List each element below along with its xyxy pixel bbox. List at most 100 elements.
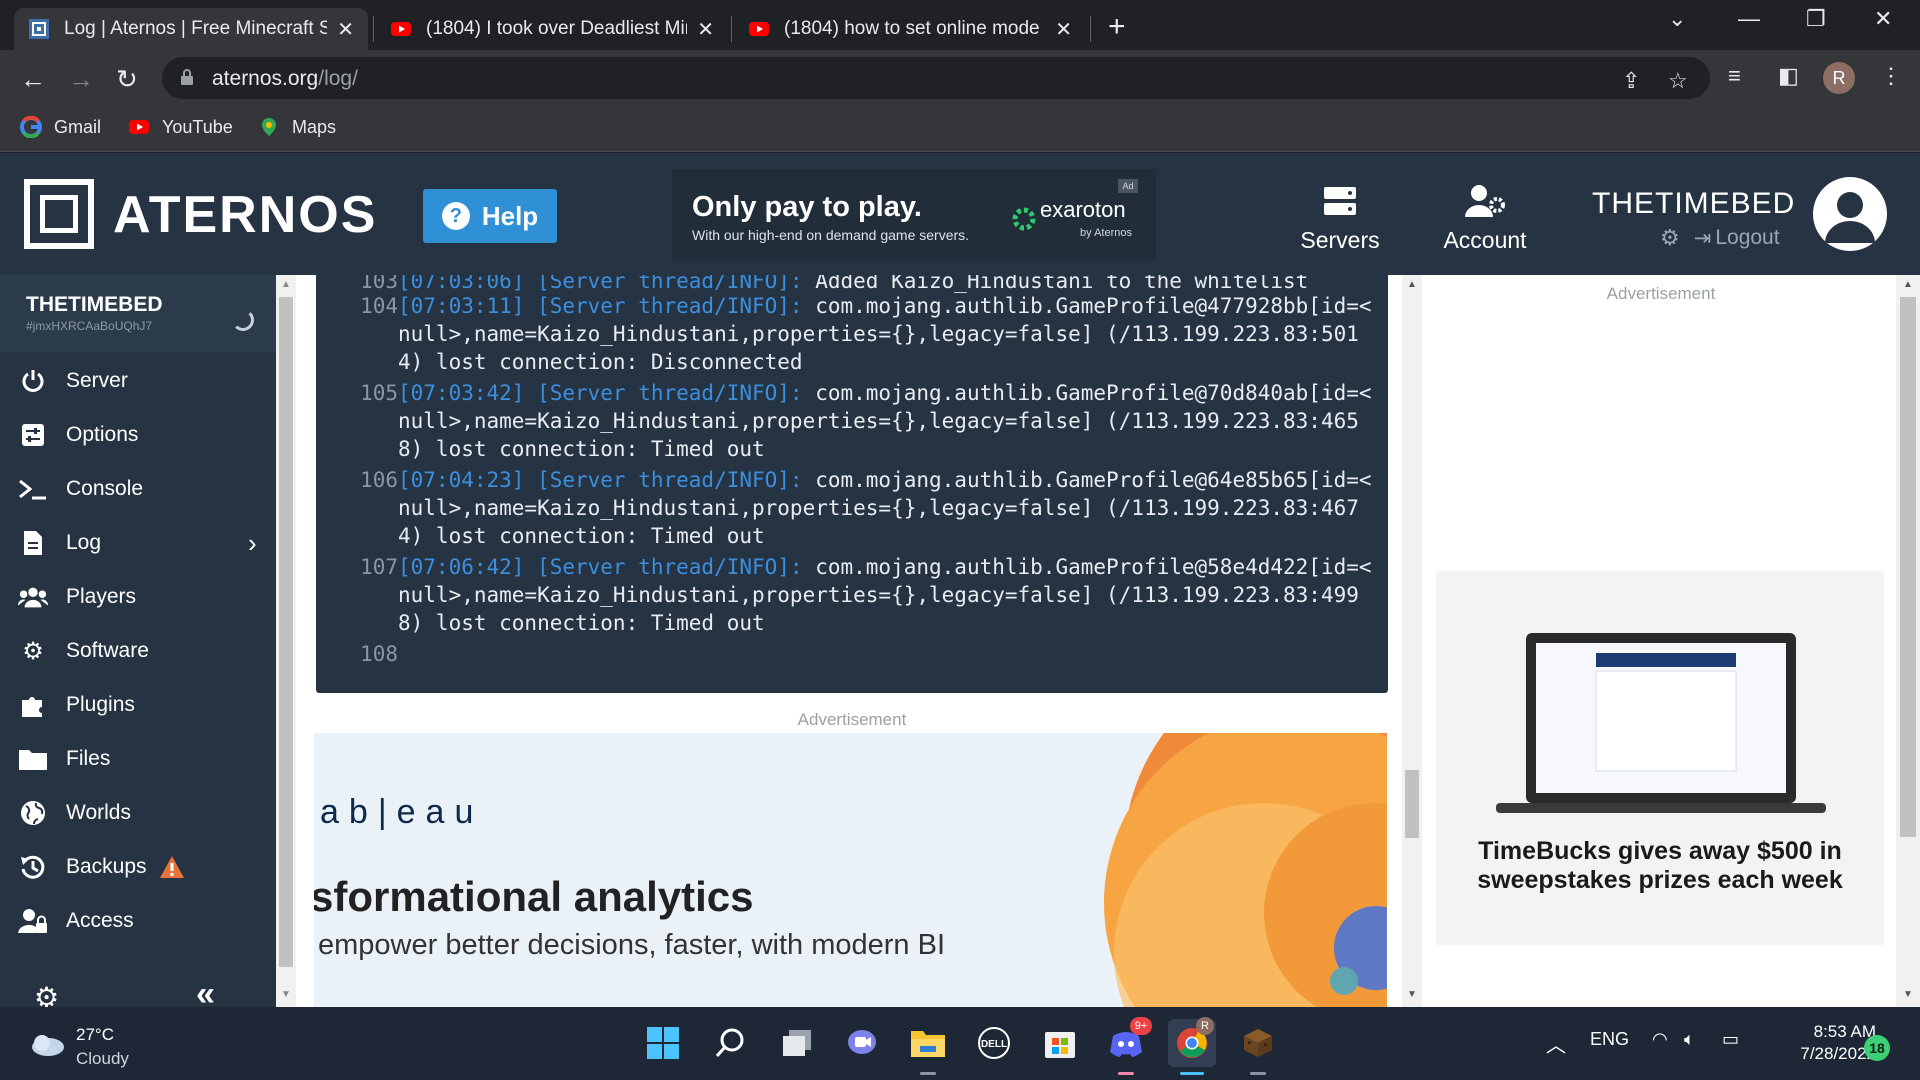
sidebar-item-plugins[interactable]: Plugins [0,678,276,732]
minecraft-button[interactable] [1236,1021,1280,1075]
logo-text[interactable]: ATERNOS [113,185,377,245]
sidebar-scrollbar[interactable]: ▲ ▼ [276,275,296,1007]
forward-button[interactable]: → [68,64,94,95]
bottom-ad-banner[interactable]: ab|eau sformational analytics empower be… [314,733,1387,1007]
file-explorer-button[interactable] [906,1021,950,1075]
new-tab-button[interactable]: + [1108,10,1126,44]
sidebar-item-label: Plugins [66,693,135,716]
ad-graphic [1104,733,1387,1007]
help-button[interactable]: ? Help [423,189,557,243]
sidebar-item-access[interactable]: Access [0,894,276,948]
ad-subline: With our high-end on demand game servers… [692,227,970,243]
nav-account[interactable]: Account [1430,181,1540,254]
sidebar-item-backups[interactable]: Backups [0,840,276,894]
search-button[interactable] [708,1021,752,1065]
share-icon[interactable]: ⇪ [1622,68,1640,94]
close-tab-icon[interactable]: ✕ [697,17,714,42]
tab-youtube-online-mode[interactable]: (1804) how to set online mode in ✕ [734,8,1086,50]
page-scrollbar[interactable]: ▲ ▼ [1896,275,1920,1007]
ad-headline: sformational analytics [314,873,754,920]
discord-button[interactable]: 9+ [1104,1017,1152,1075]
line-number: 106 [360,468,398,492]
youtube-icon [129,120,149,134]
close-tab-icon[interactable]: ✕ [1055,17,1072,42]
tray-overflow-icon[interactable]: ︿ [1546,1029,1566,1058]
log-viewer[interactable]: 103 [07:03:06] [Server thread/INFO]: Add… [316,275,1388,693]
start-button[interactable] [641,1021,685,1065]
profile-avatar[interactable]: R [1823,62,1855,94]
sidebar-item-label: Software [66,639,149,662]
aternos-logo-icon[interactable] [24,179,94,249]
reload-button[interactable]: ↻ [116,64,138,95]
active-indicator [1180,1072,1204,1075]
battery-icon[interactable]: ▭ [1722,1029,1739,1050]
nav-label: Account [1443,227,1527,253]
close-window-button[interactable]: ✕ [1874,6,1892,32]
user-avatar[interactable] [1813,177,1887,251]
main-scrollbar[interactable]: ▲ ▼ [1402,275,1422,1007]
address-bar[interactable]: aternos.org/log/ ⇪ ☆ [162,57,1710,99]
sidebar-item-files[interactable]: Files [0,732,276,786]
aternos-header: ATERNOS ? Help Only pay to play. With ou… [0,153,1920,275]
right-ad-banner[interactable]: TimeBucks gives away $500 in sweepstakes… [1436,571,1884,945]
url-host: aternos.org [212,67,319,90]
sidebar-item-label: Server [66,369,128,392]
teams-chat-button[interactable] [840,1021,884,1065]
volume-icon[interactable]: 🔈︎ [1684,1029,1695,1050]
log-message: Added Kaizo_Hindustani to the whitelist [802,275,1309,293]
bookmark-maps[interactable]: Maps [258,116,336,138]
back-button[interactable]: ← [20,64,46,95]
tab-search-icon[interactable]: ⌄ [1668,6,1686,32]
media-control-icon[interactable]: ≡ [1728,63,1741,89]
file-icon [18,528,48,558]
dell-app-button[interactable]: DELL [972,1021,1016,1065]
notification-badge[interactable]: 18 [1864,1035,1890,1061]
bookmark-gmail[interactable]: Gmail [20,116,101,138]
sidebar-item-software[interactable]: ⚙ Software [0,624,276,678]
close-tab-icon[interactable]: ✕ [337,17,354,42]
store-icon [1045,1032,1075,1058]
restore-button[interactable]: ❐ [1806,6,1826,32]
bookmark-youtube[interactable]: YouTube [128,116,233,138]
line-number: 107 [360,555,398,579]
page-scroll-thumb[interactable] [1900,297,1916,837]
server-selector[interactable]: THETIMEBED #jmxHXRCAaBoUQhJ7 [0,275,276,353]
chrome-button[interactable]: R [1168,1017,1216,1075]
ad-label: Advertisement [1606,284,1716,303]
sidebar-item-label: Backups [66,855,147,878]
system-clock[interactable]: 8:53 AM 7/28/2022 [1768,1021,1876,1065]
sidebar-item-options[interactable]: Options [0,408,276,462]
globe-icon [18,798,48,828]
minimize-button[interactable]: — [1738,6,1760,32]
folder-icon [911,1031,945,1057]
sidebar-scroll-thumb[interactable] [279,297,293,967]
tab-youtube-deadliest[interactable]: (1804) I took over Deadliest Mine ✕ [376,8,728,50]
menu-icon[interactable]: ⋮ [1880,63,1902,89]
url-text: aternos.org/log/ [212,67,358,91]
sidebar-item-log[interactable]: Log › [0,516,276,570]
logout-link[interactable]: Logout [1715,226,1779,250]
nav-servers[interactable]: Servers [1285,181,1395,254]
sidebar-item-label: Access [66,909,134,932]
side-panel-icon[interactable]: ◧ [1778,63,1799,89]
settings-gear-icon[interactable]: ⚙ [1660,225,1680,251]
sidebar-item-players[interactable]: Players [0,570,276,624]
running-indicator [1250,1072,1266,1075]
history-icon [18,852,48,882]
header-ad-banner[interactable]: Only pay to play. With our high-end on d… [672,169,1156,261]
sidebar-item-server[interactable]: Server [0,354,276,408]
ad-label: Advertisement [797,710,907,729]
wifi-icon[interactable]: ◠ [1652,1029,1668,1050]
bookmark-star-icon[interactable]: ☆ [1668,68,1688,94]
youtube-icon [391,22,411,36]
input-language[interactable]: ENG [1590,1029,1629,1050]
tab-aternos-log[interactable]: Log | Aternos | Free Minecraft Ser ✕ [14,8,368,50]
chat-icon [848,1030,876,1054]
task-view-button[interactable] [775,1021,819,1065]
sidebar-item-worlds[interactable]: Worlds [0,786,276,840]
ad-headline: Only pay to play. [692,191,922,223]
microsoft-store-button[interactable] [1038,1021,1082,1065]
main-scroll-thumb[interactable] [1405,770,1419,838]
log-timestamp: [07:03:42] [Server thread/INFO]: [398,381,803,405]
sidebar-item-console[interactable]: Console [0,462,276,516]
